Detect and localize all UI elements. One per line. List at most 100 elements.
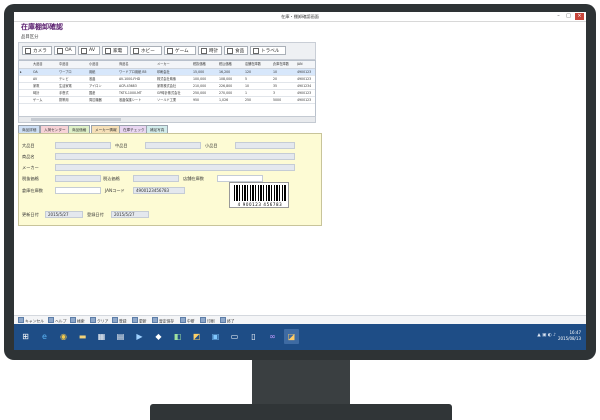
grid-header-cell[interactable]: メーカー	[157, 61, 191, 68]
grid-cell: アイロン	[89, 84, 102, 88]
function-key-icon	[180, 317, 186, 323]
ie-icon[interactable]: e	[37, 329, 52, 344]
temporary-save-button[interactable]: 暫定保存	[152, 317, 174, 324]
app-icon-2[interactable]: ◧	[170, 329, 185, 344]
checkbox-icon[interactable]	[201, 47, 207, 54]
taskbar-clock[interactable]: 16:47 2015/08/13	[558, 330, 581, 342]
price-ex-tax-label: 税抜価格	[22, 176, 39, 181]
app-icon-5[interactable]: ▭	[227, 329, 242, 344]
grid-cell: 4900123	[297, 91, 312, 95]
grid-cell: 国産	[89, 91, 96, 95]
price-in-tax-field[interactable]	[133, 175, 179, 182]
app-icon-6[interactable]: ▯	[246, 329, 261, 344]
maker-field[interactable]	[55, 164, 295, 171]
app-icon-3[interactable]: ◩	[189, 329, 204, 344]
small-category-field[interactable]	[235, 142, 295, 149]
update-button[interactable]: 更新	[132, 317, 147, 324]
large-category-field[interactable]	[55, 142, 111, 149]
calendar-icon[interactable]: ▦	[94, 329, 109, 344]
store-stock-field[interactable]	[217, 175, 263, 182]
tab-supplement-photo[interactable]: 補足写真	[146, 125, 169, 133]
product-name-label: 商品名	[22, 154, 35, 159]
product-name-field[interactable]	[55, 153, 295, 160]
visual-studio-icon[interactable]: ∞	[265, 329, 280, 344]
category-checkbox-watch[interactable]: 時計	[198, 46, 222, 55]
grid-app-icon[interactable]: ▤	[113, 329, 128, 344]
grid-header-cell[interactable]: 中品目	[59, 61, 87, 68]
warehouse-stock-field[interactable]	[55, 187, 101, 194]
category-checkbox-hobby[interactable]: ホビー	[130, 46, 162, 55]
grid-header-cell[interactable]: 商品名	[119, 61, 155, 68]
grid-header-cell[interactable]: 大品目	[33, 61, 57, 68]
fkey-label: クリア	[97, 318, 109, 324]
function-key-icon	[112, 317, 118, 323]
grid-cell: 20	[273, 77, 278, 81]
grid-horizontal-scrollbar[interactable]	[18, 116, 316, 123]
checkbox-icon[interactable]	[227, 47, 233, 54]
fkey-label: 更新	[139, 318, 147, 324]
file-explorer-icon[interactable]: ▬	[75, 329, 90, 344]
grid-header-cell[interactable]: 税込価格	[219, 61, 243, 68]
app-icon-4[interactable]: ▣	[208, 329, 223, 344]
checkbox-icon[interactable]	[253, 47, 259, 54]
registered-date-field[interactable]: 2015/5/27	[111, 211, 149, 218]
grid-cell: 生活家電	[59, 84, 72, 88]
tab-stock-check[interactable]: 在庫チェック	[119, 125, 149, 133]
function-key-icon	[18, 317, 24, 323]
tab-product-price[interactable]: 商品価格	[68, 125, 91, 133]
checkbox-icon[interactable]	[25, 47, 31, 54]
checkbox-icon[interactable]	[167, 47, 173, 54]
maximize-icon[interactable]: □	[564, 13, 573, 20]
start-icon[interactable]: ⊞	[18, 329, 33, 344]
grid-cell: 家電株式会社	[157, 84, 177, 88]
checkbox-icon[interactable]	[57, 47, 63, 54]
exit-button[interactable]: 終了	[220, 317, 235, 324]
close-icon[interactable]: ×	[575, 13, 584, 20]
print-button[interactable]: 印刷	[200, 317, 215, 324]
interrupt-button[interactable]: 中断	[180, 317, 195, 324]
media-player-icon[interactable]: ▶	[132, 329, 147, 344]
category-checkbox-food[interactable]: 食品	[224, 46, 248, 55]
table-row[interactable]: 家電 生活家電 アイロン ACR-43683 家電株式会社 210,000 22…	[19, 83, 315, 90]
table-row[interactable]: AV テレビ 液晶 AV-1000-FHD 株式会社映像 100,000 108…	[19, 76, 315, 83]
jan-code-field[interactable]: 4900123456783	[133, 187, 185, 194]
category-checkbox-game[interactable]: ゲーム	[164, 46, 196, 55]
category-checkbox-travel[interactable]: トラベル	[250, 46, 286, 55]
clear-button[interactable]: クリア	[90, 317, 109, 324]
help-button[interactable]: ヘルプ	[48, 317, 66, 324]
grid-header-cell[interactable]: 小品目	[89, 61, 117, 68]
chrome-icon[interactable]: ◉	[56, 329, 71, 344]
grid-header-cell[interactable]: 店舗在庫数	[245, 61, 271, 68]
checkbox-icon[interactable]	[133, 47, 139, 54]
monitor-frame: 在庫・棚卸確認画面 – □ × 在庫棚卸確認 品目区分 カメラ OA AV 家電…	[4, 4, 596, 360]
app-icon-1[interactable]: ◆	[151, 329, 166, 344]
register-button[interactable]: 登録	[112, 317, 127, 324]
tab-arrival-center[interactable]: 入荷センター	[40, 125, 70, 133]
cancel-button[interactable]: キャンセル	[18, 317, 44, 324]
table-row[interactable]: 時計 手巻式 国産 TKTS-1000-MT GP時計株式会社 250,000 …	[19, 90, 315, 97]
registered-date-label: 登録日付	[87, 212, 104, 217]
category-checkbox-appliance[interactable]: 家電	[102, 46, 128, 55]
table-row[interactable]: ゲーム 携帯用 周辺機器 液晶保護シート ソールド工業 950 1,026 25…	[19, 97, 315, 104]
grid-cell: 108,000	[219, 77, 233, 81]
updated-date-field[interactable]: 2015/5/27	[45, 211, 83, 218]
grid-header-cell[interactable]: 倉庫在庫数	[273, 61, 295, 68]
search-button[interactable]: 検索	[70, 317, 85, 324]
checkbox-icon[interactable]	[81, 47, 87, 54]
system-tray-icons[interactable]: ▲ ▣ ◐ ♪	[537, 333, 556, 338]
tab-product-detail[interactable]: 商品詳細	[18, 125, 41, 133]
table-row[interactable]: ▸ OA ワープロ 用紙 ワードプロ用紙 B5 印刷会社 15,000 16,2…	[19, 69, 315, 76]
price-ex-tax-field[interactable]	[55, 175, 101, 182]
grid-cell: 5	[245, 77, 248, 81]
grid-header-cell[interactable]: JAN	[297, 61, 315, 68]
category-checkbox-oa[interactable]: OA	[54, 46, 76, 55]
category-checkbox-av[interactable]: AV	[78, 46, 100, 55]
category-checkbox-camera[interactable]: カメラ	[22, 46, 52, 55]
tab-maker-info[interactable]: メーカー情報	[91, 125, 121, 133]
scrollbar-thumb[interactable]	[31, 118, 121, 121]
checkbox-icon[interactable]	[105, 47, 111, 54]
middle-category-field[interactable]	[145, 142, 201, 149]
grid-header-cell[interactable]: 税抜価格	[193, 61, 217, 68]
current-app-icon[interactable]: ◪	[284, 329, 299, 344]
minimize-icon[interactable]: –	[554, 13, 563, 20]
